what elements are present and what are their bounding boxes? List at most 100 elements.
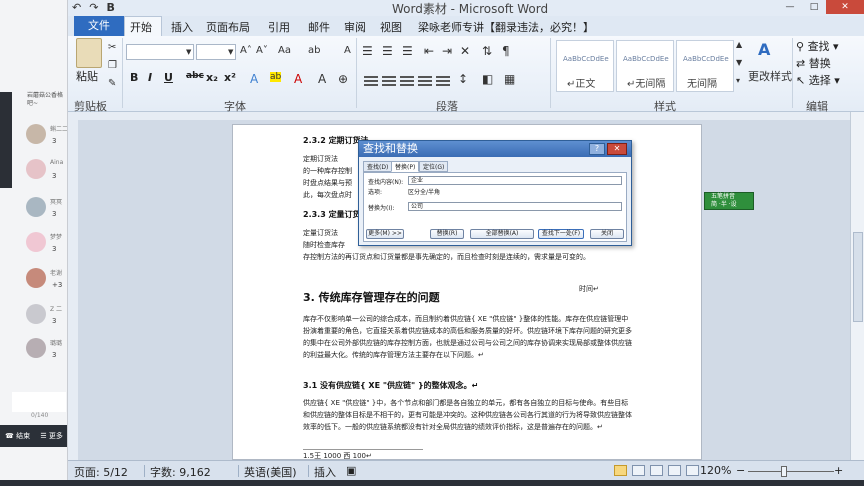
highlight-icon[interactable]: ab [270,72,282,82]
show-marks-icon[interactable]: ¶ [502,44,510,58]
tab-page-layout[interactable]: 页面布局 [206,19,250,35]
format-painter-icon[interactable]: ✎ [108,78,116,89]
ime-toolbar[interactable]: 五笔拼音 简 ·半 ·设 [704,192,754,210]
grow-font-button[interactable]: A˄ [240,45,252,56]
style-body-text[interactable]: AaBbCcDdEe ↵无间隔 [616,40,674,92]
minimize-button[interactable]: — [778,0,802,14]
chat-message-input[interactable] [12,392,66,412]
font-name-dropdown-icon[interactable]: ▼ [186,48,191,56]
subscript-button[interactable]: x₂ [206,71,218,84]
font-size-dropdown-icon[interactable]: ▼ [228,48,233,56]
text-effects-icon[interactable]: A [250,72,258,86]
tab-replace[interactable]: 替换(P) [391,161,420,172]
superscript-button[interactable]: x² [224,71,236,84]
tab-goto[interactable]: 定位(G) [419,161,449,172]
bullets-icon[interactable]: ☰ [362,44,373,58]
increase-indent-icon[interactable]: ⇥ [442,44,452,58]
style-no-spacing[interactable]: AaBbCcDdEe 无间隔 [676,40,734,92]
multilevel-list-icon[interactable]: ☰ [402,44,413,58]
maximize-button[interactable]: □ [802,0,826,14]
tab-file[interactable]: 文件 [74,16,124,36]
distribute-icon[interactable] [436,74,450,86]
more-button[interactable]: 更多(M) >> [366,229,404,239]
justify-icon[interactable] [418,74,432,86]
page-indicator[interactable]: 页面: 5/12 [74,464,128,480]
tab-mailings[interactable]: 邮件 [308,19,330,35]
close-button[interactable]: ✕ [826,0,864,14]
chat-list-item[interactable]: Aina 3 [12,155,67,187]
borders-icon[interactable]: ▦ [504,72,515,86]
redo-button[interactable]: ↷ [89,1,98,14]
shrink-font-button[interactable]: A˅ [256,45,268,56]
undo-button[interactable]: ↶ [72,1,81,14]
change-styles-icon[interactable]: A [758,40,770,59]
zoom-level[interactable]: 120% [700,464,731,477]
dialog-help-button[interactable]: ? [589,143,605,155]
shading-icon[interactable]: ◧ [482,72,493,86]
close-dialog-button[interactable]: 关闭 [590,229,624,239]
numbering-icon[interactable]: ☰ [382,44,393,58]
replace-button[interactable]: ⇄ 替换 [796,55,831,71]
tab-find[interactable]: 查找(D) [363,161,393,172]
change-case-button[interactable]: Aa [278,45,291,56]
more-button[interactable]: ☰ 更多 [40,431,63,441]
zoom-slider-thumb[interactable] [781,466,788,477]
change-styles-button[interactable]: 更改样式 [748,68,792,84]
draft-view-icon[interactable] [686,465,699,476]
chinese-layout-icon[interactable]: ✕ [460,44,470,58]
paste-icon[interactable] [76,38,102,68]
outline-view-icon[interactable] [668,465,681,476]
char-shading-icon[interactable]: A [318,72,326,86]
full-screen-view-icon[interactable] [632,465,645,476]
chat-list-item[interactable]: 璐璐 3 [12,334,67,366]
macro-record-icon[interactable]: ▣ [346,464,356,477]
align-right-icon[interactable] [400,74,414,86]
chat-list-item[interactable]: 老谢 +3 [12,264,67,296]
end-call-button[interactable]: ☎ 结束 [5,431,30,441]
select-button[interactable]: ↖ 选择 ▾ [796,72,840,88]
find-what-input[interactable]: 企业 [408,176,622,185]
styles-scroll-up-icon[interactable]: ▲ [736,40,742,49]
zoom-out-icon[interactable]: − [736,464,745,477]
line-spacing-icon[interactable]: ↕ [458,72,468,86]
tab-references[interactable]: 引用 [268,19,290,35]
styles-scroll-down-icon[interactable]: ▼ [736,58,742,67]
tab-review[interactable]: 审阅 [344,19,366,35]
language-indicator[interactable]: 英语(美国) [244,464,297,480]
underline-button[interactable]: U [164,71,173,84]
align-center-icon[interactable] [382,74,396,86]
tab-home[interactable]: 开始 [130,19,152,35]
align-left-icon[interactable] [364,74,378,86]
tab-view[interactable]: 视图 [380,19,402,35]
clear-format-button[interactable]: ab [308,45,320,56]
chat-list-item[interactable]: Z 二 3 [12,300,67,332]
vertical-scrollbar[interactable] [850,112,864,460]
replace-with-input[interactable]: 公司 [408,202,622,211]
enclose-char-icon[interactable]: ⊕ [338,72,348,86]
replace-button[interactable]: 替换(R) [430,229,464,239]
paste-button[interactable]: 粘贴 [76,68,98,84]
chat-list-item[interactable]: 蝌二二 3 [12,120,67,152]
print-layout-view-icon[interactable] [614,465,627,476]
decrease-indent-icon[interactable]: ⇤ [424,44,434,58]
bold-quick-button[interactable]: B [106,1,114,14]
chat-list-item[interactable]: 冥冥 3 [12,193,67,225]
styles-more-icon[interactable]: ▾ [736,76,740,85]
style-normal[interactable]: AaBbCcDdEe ↵正文 [556,40,614,92]
find-button[interactable]: ⚲ 查找 ▾ [796,38,839,54]
bold-button[interactable]: B [130,71,138,84]
zoom-slider-track[interactable] [748,471,834,472]
word-count[interactable]: 字数: 9,162 [150,464,211,480]
tab-teacher[interactable]: 梁咏老师专讲【翻录违法，必究！】 [418,19,594,35]
web-layout-view-icon[interactable] [650,465,663,476]
chat-list-item[interactable]: 梦梦 3 [12,228,67,260]
font-name-select[interactable] [126,44,194,60]
font-color-icon[interactable]: A [294,72,302,86]
strikethrough-button[interactable]: abc [186,71,204,81]
zoom-in-icon[interactable]: + [834,464,843,477]
find-next-button[interactable]: 查找下一处(F) [538,229,584,239]
sort-icon[interactable]: ⇅ [482,44,492,58]
tab-insert[interactable]: 插入 [171,19,193,35]
insert-mode[interactable]: 插入 [314,464,336,480]
dialog-close-icon[interactable]: ✕ [607,143,627,155]
